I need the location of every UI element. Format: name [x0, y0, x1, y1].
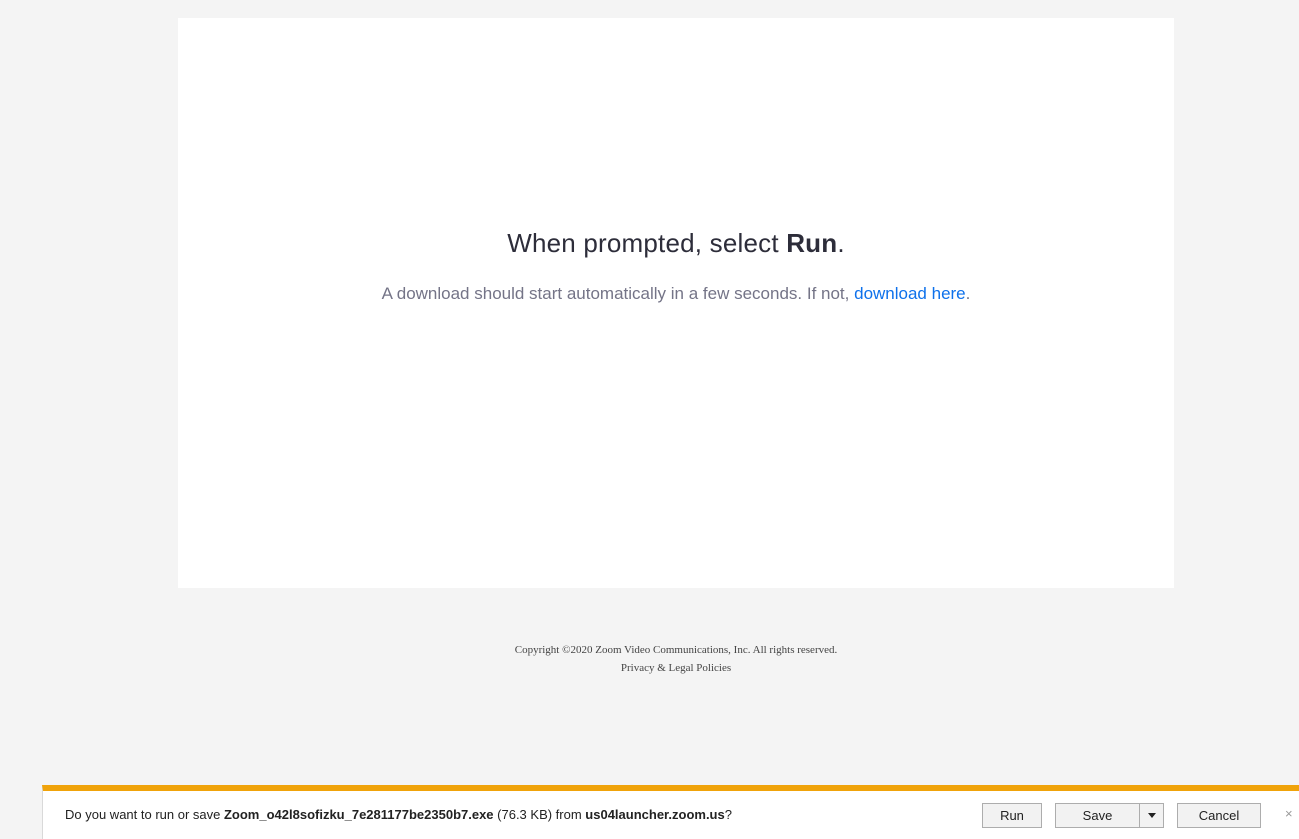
- subtext-body: A download should start automatically in…: [381, 284, 855, 303]
- title-run-emphasis: Run: [786, 228, 838, 258]
- footer: Copyright ©2020 Zoom Video Communication…: [0, 641, 1299, 677]
- save-options-dropdown[interactable]: [1139, 803, 1164, 828]
- cancel-button[interactable]: Cancel: [1177, 803, 1261, 828]
- page-subtext: A download should start automatically in…: [178, 284, 1174, 304]
- copyright-text: Copyright ©2020 Zoom Video Communication…: [514, 644, 838, 656]
- content-card: When prompted, select Run. A download sh…: [178, 18, 1174, 588]
- title-period: .: [837, 228, 845, 258]
- file-name: Zoom_o42l8sofizku_7e281177be2350b7.exe: [223, 807, 494, 822]
- prompt-text: Do you want to run or save: [65, 807, 224, 822]
- prompt-question-mark: ?: [724, 807, 732, 822]
- subtext-period: .: [965, 284, 971, 303]
- download-prompt: Do you want to run or save Zoom_o42l8sof…: [65, 807, 732, 822]
- save-button[interactable]: Save: [1055, 803, 1139, 828]
- run-button[interactable]: Run: [982, 803, 1042, 828]
- chevron-down-icon: [1147, 813, 1156, 819]
- download-notification-bar: Do you want to run or save Zoom_o42l8sof…: [42, 785, 1299, 839]
- privacy-legal-link[interactable]: Privacy & Legal Policies: [621, 662, 731, 674]
- download-source: us04launcher.zoom.us: [585, 807, 725, 822]
- page-title: When prompted, select Run.: [178, 228, 1174, 259]
- close-icon[interactable]: ×: [1285, 806, 1293, 821]
- download-here-link[interactable]: download here: [854, 284, 966, 303]
- title-text: When prompted, select: [507, 228, 787, 258]
- file-size: (76.3 KB) from: [493, 807, 586, 822]
